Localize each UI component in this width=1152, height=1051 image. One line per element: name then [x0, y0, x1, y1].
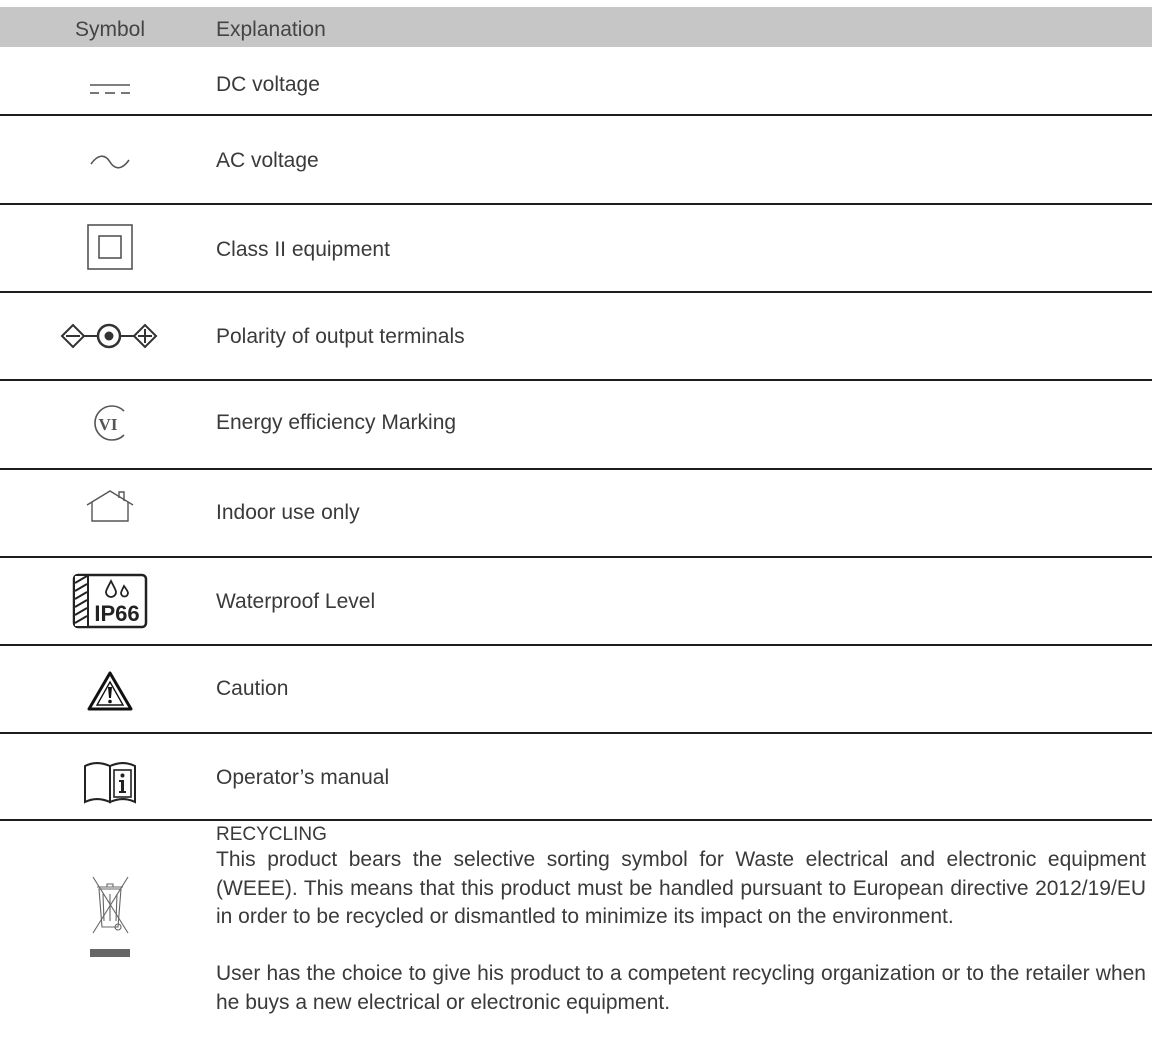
operator-manual-icon: [0, 752, 220, 804]
table-header: Symbol Explanation: [0, 7, 1152, 47]
table-row: RECYCLING This product bears the selecti…: [0, 821, 1152, 1051]
table-row: VI Energy efficiency Marking: [0, 381, 1152, 468]
row-explanation: Operator’s manual: [216, 766, 390, 789]
caution-icon: [0, 670, 220, 712]
energy-efficiency-icon: VI: [0, 403, 220, 443]
table-row: Indoor use only: [0, 470, 1152, 556]
header-symbol: Symbol: [74, 18, 146, 41]
table-row: Polarity of output terminals: [0, 293, 1152, 379]
table-row: AC voltage: [0, 116, 1152, 203]
waterproof-ip66-icon: IP66: [0, 573, 220, 629]
svg-text:IP66: IP66: [94, 601, 139, 626]
dc-voltage-icon: [0, 71, 220, 107]
row-explanation: Waterproof Level: [216, 590, 376, 613]
table-row: Caution: [0, 646, 1152, 732]
row-explanation: AC voltage: [216, 149, 319, 172]
table-row: Class II equipment: [0, 205, 1152, 291]
row-explanation: Caution: [216, 677, 289, 700]
ac-voltage-icon: [0, 142, 220, 182]
row-explanation: Indoor use only: [216, 501, 360, 524]
weee-crossed-bin-icon: [0, 869, 220, 969]
table-row: DC voltage: [0, 47, 1152, 115]
table-row: Operator’s manual: [0, 734, 1152, 819]
svg-text:VI: VI: [99, 415, 118, 434]
table-row: IP66 Waterproof Level: [0, 558, 1152, 645]
row-explanation: Class II equipment: [216, 238, 390, 261]
recycling-paragraph: User has the choice to give his product …: [216, 962, 1146, 1014]
class-ii-equipment-icon: [0, 223, 220, 271]
row-explanation: Polarity of output terminals: [216, 325, 465, 348]
row-explanation: DC voltage: [216, 73, 320, 96]
indoor-use-icon: [0, 488, 220, 524]
row-explanation: Energy efficiency Marking: [216, 411, 457, 434]
recycling-title: RECYCLING: [216, 824, 327, 845]
header-explanation: Explanation: [216, 18, 326, 41]
recycling-paragraph: This product bears the selective sorting…: [216, 848, 1146, 928]
polarity-icon: [0, 321, 220, 351]
